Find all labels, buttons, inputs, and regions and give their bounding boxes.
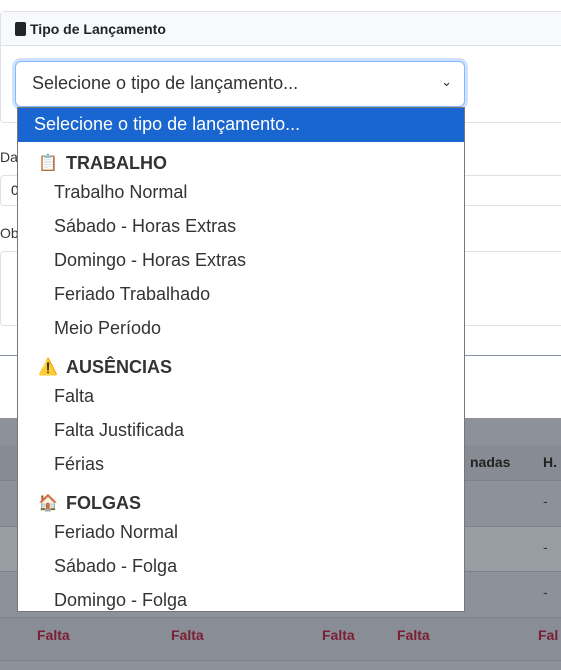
cell-falta: Falta: [37, 627, 70, 643]
select-dropdown-list: Selecione o tipo de lançamento... 📋 TRABA…: [17, 107, 465, 612]
house-icon: 🏠: [38, 495, 58, 512]
date-label: Da: [0, 149, 18, 165]
obs-label: Ob: [0, 225, 19, 241]
optgroup-ausencias: ⚠️ AUSÊNCIAS: [18, 346, 464, 380]
optgroup-label: AUSÊNCIAS: [66, 356, 173, 377]
option[interactable]: Meio Período: [18, 312, 464, 346]
option-placeholder[interactable]: Selecione o tipo de lançamento...: [18, 108, 464, 142]
cell-falta: Falta: [397, 627, 430, 643]
card-header: Tipo de Lançamento: [1, 12, 561, 46]
optgroup-label: TRABALHO: [66, 152, 167, 173]
option[interactable]: Domingo - Folga: [18, 584, 464, 618]
option[interactable]: Falta Justificada: [18, 414, 464, 448]
column-header-h[interactable]: H.: [543, 454, 557, 470]
clipboard-icon: [15, 21, 26, 36]
warning-icon: ⚠️: [38, 359, 58, 376]
table-row: Falta Falta Falta Falta Fal: [0, 617, 561, 660]
option[interactable]: Sábado - Horas Extras: [18, 210, 464, 244]
column-header[interactable]: nadas: [470, 454, 510, 470]
option[interactable]: Férias: [18, 448, 464, 482]
cell: -: [543, 493, 548, 509]
option[interactable]: Domingo - Horas Extras: [18, 244, 464, 278]
option[interactable]: Feriado Trabalhado: [18, 278, 464, 312]
cell: -: [543, 539, 548, 555]
option[interactable]: Sábado - Folga: [18, 550, 464, 584]
cell-falta: Falta: [171, 627, 204, 643]
cell-falta: Falta: [322, 627, 355, 643]
table-row: [0, 660, 561, 670]
tipo-lancamento-select[interactable]: Selecione o tipo de lançamento... ⌄: [15, 61, 465, 107]
cell-falta: Fal: [538, 627, 559, 643]
optgroup-folgas: 🏠 FOLGAS: [18, 482, 464, 516]
cell: -: [543, 584, 548, 600]
option[interactable]: Feriado Normal: [18, 516, 464, 550]
optgroup-label: FOLGAS: [66, 492, 141, 513]
chevron-down-icon: ⌄: [441, 74, 452, 89]
card-title: Tipo de Lançamento: [30, 20, 166, 37]
optgroup-trabalho: 📋 TRABALHO: [18, 142, 464, 176]
select-value: Selecione o tipo de lançamento...: [32, 73, 299, 93]
clipboard-icon: 📋: [38, 155, 58, 172]
option[interactable]: Falta: [18, 380, 464, 414]
option[interactable]: Trabalho Normal: [18, 176, 464, 210]
